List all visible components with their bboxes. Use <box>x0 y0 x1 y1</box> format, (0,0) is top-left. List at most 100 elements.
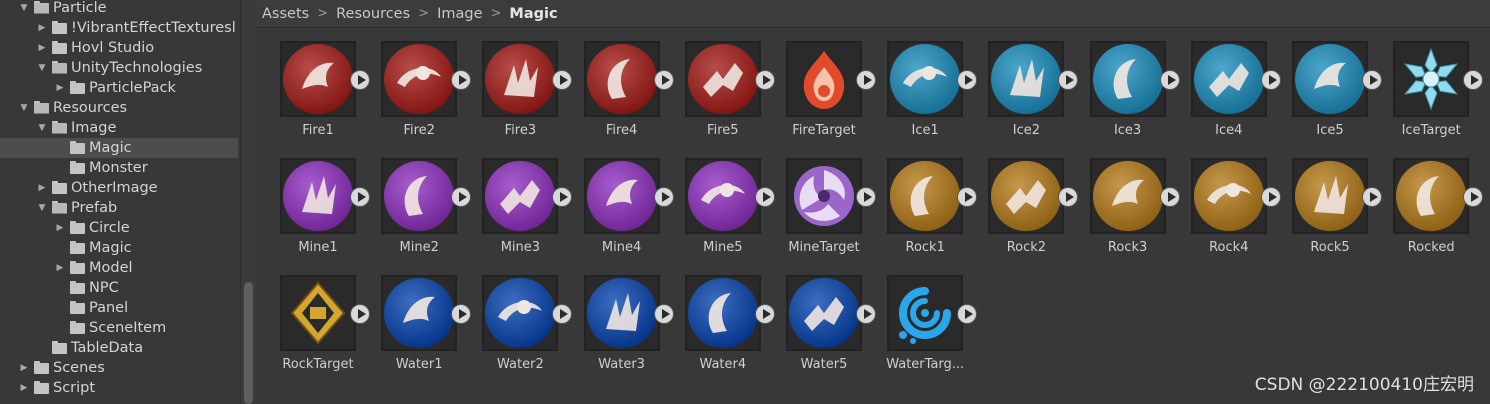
asset-thumbnail[interactable] <box>1190 158 1281 234</box>
tree-item-monster[interactable]: Monster <box>0 158 238 178</box>
expand-right-icon[interactable]: ▶ <box>36 18 48 38</box>
expand-down-icon[interactable]: ▼ <box>36 118 48 138</box>
breadcrumb-assets[interactable]: Assets <box>262 6 309 22</box>
expand-down-icon[interactable]: ▼ <box>36 58 48 78</box>
asset-minetarget[interactable]: MineTarget <box>762 146 876 256</box>
asset-water1[interactable]: Water1 <box>357 263 472 373</box>
tree-item-scenes[interactable]: ▶ Scenes <box>0 358 238 378</box>
expand-right-icon[interactable]: ▶ <box>54 258 66 278</box>
tree-item-otherimage[interactable]: ▶ OtherImage <box>0 178 238 198</box>
asset-thumbnail[interactable] <box>684 158 775 234</box>
asset-thumbnail[interactable] <box>583 275 674 351</box>
tree-item-prefab[interactable]: ▼ Prefab <box>0 198 238 218</box>
expand-right-icon[interactable]: ▶ <box>54 78 66 98</box>
asset-thumbnail[interactable] <box>280 41 370 117</box>
tree-item-magic[interactable]: Magic <box>0 238 238 258</box>
tree-item-sceneitem[interactable]: SceneItem <box>0 318 238 338</box>
asset-mine5[interactable]: Mine5 <box>661 146 775 256</box>
asset-fire4[interactable]: Fire4 <box>560 29 674 139</box>
asset-rock1[interactable]: Rock1 <box>863 146 978 256</box>
asset-ice3[interactable]: Ice3 <box>1066 29 1180 139</box>
asset-mine4[interactable]: Mine4 <box>560 146 674 256</box>
asset-thumbnail[interactable] <box>684 41 775 117</box>
asset-rocked[interactable]: Rocked <box>1369 146 1484 256</box>
asset-thumbnail[interactable] <box>1292 41 1382 117</box>
expand-sprite-play-icon[interactable] <box>1463 70 1484 90</box>
breadcrumb-resources[interactable]: Resources <box>336 6 410 22</box>
expand-right-icon[interactable]: ▶ <box>54 218 66 238</box>
asset-thumbnail[interactable] <box>381 158 472 234</box>
asset-water4[interactable]: Water4 <box>661 263 775 373</box>
asset-mine1[interactable]: Mine1 <box>256 146 370 256</box>
asset-ice1[interactable]: Ice1 <box>863 29 978 139</box>
asset-mine3[interactable]: Mine3 <box>458 146 573 256</box>
asset-icetarget[interactable]: IceTarget <box>1369 29 1484 139</box>
expand-right-icon[interactable]: ▶ <box>18 358 30 378</box>
asset-thumbnail[interactable] <box>583 41 674 117</box>
tree-scrollbar[interactable] <box>240 0 256 404</box>
expand-sprite-play-icon[interactable] <box>1463 187 1484 207</box>
asset-thumbnail[interactable] <box>887 41 978 117</box>
asset-rock3[interactable]: Rock3 <box>1066 146 1180 256</box>
tree-item-panel[interactable]: Panel <box>0 298 238 318</box>
asset-fire3[interactable]: Fire3 <box>458 29 573 139</box>
asset-thumbnail[interactable] <box>482 158 573 234</box>
asset-rock5[interactable]: Rock5 <box>1268 146 1382 256</box>
asset-fire1[interactable]: Fire1 <box>256 29 370 139</box>
expand-right-icon[interactable]: ▶ <box>36 38 48 58</box>
asset-water5[interactable]: Water5 <box>762 263 876 373</box>
expand-down-icon[interactable]: ▼ <box>36 198 48 218</box>
asset-thumbnail[interactable] <box>786 158 876 234</box>
expand-right-icon[interactable]: ▶ <box>18 378 30 398</box>
tree-scrollbar-thumb[interactable] <box>244 282 253 404</box>
tree-item-vibranteffecttexturesl[interactable]: ▶ !VibrantEffectTexturesl <box>0 18 238 38</box>
asset-fire2[interactable]: Fire2 <box>357 29 472 139</box>
tree-item-npc[interactable]: NPC <box>0 278 238 298</box>
asset-thumbnail[interactable] <box>482 41 573 117</box>
asset-thumbnail[interactable] <box>887 158 978 234</box>
tree-item-magic[interactable]: Magic <box>0 138 238 158</box>
tree-item-unitytechnologies[interactable]: ▼ UnityTechnologies <box>0 58 238 78</box>
asset-thumbnail[interactable] <box>381 41 472 117</box>
asset-thumbnail[interactable] <box>786 41 876 117</box>
asset-thumbnail[interactable] <box>1190 41 1281 117</box>
asset-rock2[interactable]: Rock2 <box>964 146 1079 256</box>
tree-item-model[interactable]: ▶ Model <box>0 258 238 278</box>
asset-thumbnail[interactable] <box>887 275 978 351</box>
asset-thumbnail[interactable] <box>1292 158 1382 234</box>
asset-thumbnail[interactable] <box>1393 41 1484 117</box>
asset-firetarget[interactable]: FireTarget <box>762 29 876 139</box>
tree-item-script[interactable]: ▶ Script <box>0 378 238 398</box>
asset-thumbnail[interactable] <box>988 158 1079 234</box>
tree-item-resources[interactable]: ▼ Resources <box>0 98 238 118</box>
asset-thumbnail[interactable] <box>482 275 573 351</box>
asset-thumbnail[interactable] <box>1393 158 1484 234</box>
asset-thumbnail[interactable] <box>280 158 370 234</box>
expand-right-icon[interactable]: ▶ <box>36 178 48 198</box>
breadcrumb-image[interactable]: Image <box>437 6 482 22</box>
asset-water2[interactable]: Water2 <box>458 263 573 373</box>
expand-sprite-play-icon[interactable] <box>957 304 978 324</box>
asset-thumbnail[interactable] <box>1089 41 1180 117</box>
asset-ice4[interactable]: Ice4 <box>1167 29 1281 139</box>
asset-water3[interactable]: Water3 <box>560 263 674 373</box>
asset-rocktarget[interactable]: RockTarget <box>256 263 370 373</box>
tree-item-image[interactable]: ▼ Image <box>0 118 238 138</box>
asset-ice5[interactable]: Ice5 <box>1268 29 1382 139</box>
asset-watertarg[interactable]: WaterTarg... <box>863 263 978 373</box>
asset-thumbnail[interactable] <box>381 275 472 351</box>
asset-fire5[interactable]: Fire5 <box>661 29 775 139</box>
tree-item-hovl-studio[interactable]: ▶ Hovl Studio <box>0 38 238 58</box>
asset-rock4[interactable]: Rock4 <box>1167 146 1281 256</box>
asset-thumbnail[interactable] <box>1089 158 1180 234</box>
tree-item-particle[interactable]: ▼ Particle <box>0 0 238 18</box>
tree-item-tabledata[interactable]: TableData <box>0 338 238 358</box>
asset-ice2[interactable]: Ice2 <box>964 29 1079 139</box>
tree-item-circle[interactable]: ▶ Circle <box>0 218 238 238</box>
asset-thumbnail[interactable] <box>786 275 876 351</box>
asset-thumbnail[interactable] <box>583 158 674 234</box>
asset-thumbnail[interactable] <box>280 275 370 351</box>
asset-thumbnail[interactable] <box>988 41 1079 117</box>
expand-down-icon[interactable]: ▼ <box>18 98 30 118</box>
expand-down-icon[interactable]: ▼ <box>18 0 30 18</box>
